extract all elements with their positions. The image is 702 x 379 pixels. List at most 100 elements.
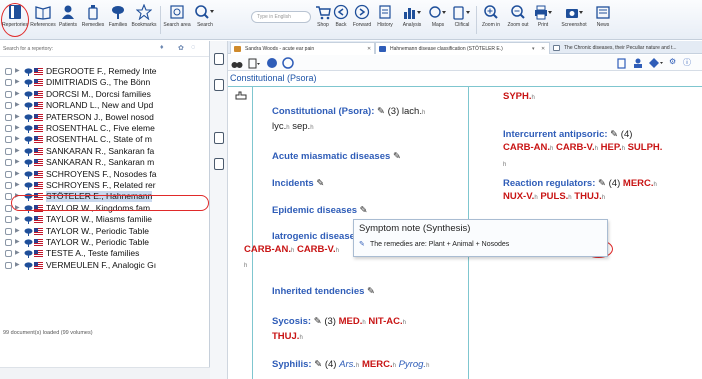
repertory-item[interactable]: ▶ SCHROYENS F., Nosodes fa	[0, 169, 210, 180]
chevron-down-icon[interactable]: ▾	[532, 43, 535, 55]
expand-arrow-icon[interactable]: ▶	[15, 100, 20, 111]
screenshot-button[interactable]: Screenshot	[558, 2, 590, 38]
rubric-inherited-tendencies[interactable]: Inherited tendencies ✎	[272, 286, 375, 298]
repertory-item[interactable]: ▶ ROSENTHAL C., Five eleme	[0, 123, 210, 134]
rubric-reaction-regulators[interactable]: Reaction regulators: ✎ (4) MERC.h	[503, 178, 657, 191]
expand-arrow-icon[interactable]: ▶	[15, 66, 20, 77]
rubric-constitutional-psora[interactable]: Constitutional (Psora): ✎ (3) lach.h	[272, 106, 425, 119]
search-input[interactable]: Type in English	[251, 11, 311, 23]
repertory-item[interactable]: ▶ TAYLOR W., Periodic Table	[0, 237, 210, 248]
maps-button[interactable]: Maps	[426, 2, 450, 38]
rubric-note-icon[interactable]: ✎	[360, 205, 368, 216]
repertory-item[interactable]: ▶ ROSENTHAL C., State of m	[0, 134, 210, 145]
expand-arrow-icon[interactable]: ▶	[15, 169, 20, 180]
repertory-item[interactable]: ▶ TAYLOR W., Miasms familie	[0, 214, 210, 225]
remedy-filter-icon[interactable]	[247, 57, 261, 69]
search-area-button[interactable]: Search area	[163, 2, 191, 38]
repertory-item[interactable]: ▶ DEGROOTE F., Remedy Inte	[0, 66, 210, 77]
clinical-button[interactable]: Clifical	[450, 2, 474, 38]
tab-sandra-woods[interactable]: Sandra Woods - acute ear pain ✕	[230, 42, 375, 54]
expand-arrow-icon[interactable]: ▶	[15, 89, 20, 100]
checkbox[interactable]	[5, 102, 12, 110]
help-icon[interactable]: ◌	[191, 44, 195, 51]
news-button[interactable]: News	[592, 2, 614, 38]
remedies-button[interactable]: Remedies	[80, 2, 106, 38]
expand-arrow-icon[interactable]: ▶	[15, 260, 20, 271]
checkbox[interactable]	[5, 79, 12, 87]
repertory-item[interactable]: ▶ NORLAND L., New and Upd	[0, 100, 210, 111]
pin-filter-icon[interactable]	[266, 57, 278, 69]
expand-arrow-icon[interactable]: ▶	[15, 157, 20, 168]
repertory-search-input[interactable]: Search for a repertory:	[3, 44, 133, 54]
checkbox[interactable]	[5, 261, 12, 269]
shop-button[interactable]: Shop	[312, 2, 334, 38]
checkbox[interactable]	[5, 250, 12, 258]
checkbox[interactable]	[5, 182, 12, 189]
repertory-item[interactable]: ▶ PATERSON J., Bowel nosod	[0, 112, 210, 123]
repertory-item[interactable]: ▶ DIMITRIADIS G., The Bönn	[0, 77, 210, 88]
bookmarks-button[interactable]: Bookmarks	[130, 2, 158, 38]
rubric-sycosis[interactable]: Sycosis: ✎ (3) MED.h NIT-AC.h	[272, 316, 406, 329]
rubric-note-icon[interactable]: ✎	[610, 129, 618, 140]
close-icon[interactable]: ✕	[367, 43, 371, 55]
rubric-incidents[interactable]: Incidents ✎	[272, 178, 324, 190]
expand-arrow-icon[interactable]: ▶	[15, 180, 20, 191]
tab-hahnemann-classification[interactable]: Hahnemann disease classification (STÖTEL…	[375, 42, 550, 54]
document-icon[interactable]	[214, 132, 224, 144]
repertory-item[interactable]: ▶ SANKARAN R., Sankaran m	[0, 157, 210, 168]
rubric-note-icon[interactable]: ✎	[598, 178, 606, 189]
document-icon[interactable]	[214, 79, 224, 91]
rubric-note-icon[interactable]: ✎	[314, 359, 322, 370]
pin-icon[interactable]: ♦	[160, 44, 164, 51]
checkbox[interactable]	[5, 136, 12, 144]
close-icon[interactable]: ✕	[541, 43, 545, 55]
back-button[interactable]: Back	[332, 2, 350, 38]
repertory-item[interactable]: ▶ DORCSI M., Dorcsi families	[0, 89, 210, 100]
references-button[interactable]: References	[30, 2, 56, 38]
print-button[interactable]: Print	[532, 2, 554, 38]
expand-arrow-icon[interactable]: ▶	[15, 77, 20, 88]
copy-icon[interactable]	[616, 57, 628, 69]
rubric-note-icon[interactable]: ✎	[314, 316, 322, 327]
expand-arrow-icon[interactable]: ▶	[15, 146, 20, 157]
rubric-intercurrent-antipsoric[interactable]: Intercurrent antipsoric: ✎ (4)	[503, 129, 632, 141]
tab-chronic-diseases[interactable]: The Chronic diseases, their Peculiar nat…	[550, 42, 700, 54]
families-button[interactable]: Families	[106, 2, 130, 38]
repertory-item[interactable]: ▶ TAYLOR W., Periodic Table	[0, 226, 210, 237]
rubric-syphilis[interactable]: Syphilis: ✎ (4) Ars.h MERC.h Pyrog.h	[272, 359, 429, 372]
history-button[interactable]: History	[374, 2, 396, 38]
forward-button[interactable]: Forward	[350, 2, 374, 38]
people-icon[interactable]	[632, 57, 644, 69]
rubric-note-icon[interactable]: ✎	[393, 151, 401, 162]
document-icon[interactable]	[214, 158, 224, 170]
repertory-item[interactable]: ▶ VERMEULEN F., Analogic Gı	[0, 260, 210, 271]
zoom-in-button[interactable]: Zoom in	[478, 2, 504, 38]
zoom-out-button[interactable]: Zoom out	[504, 2, 532, 38]
rubric-note-icon[interactable]: ✎	[367, 286, 375, 297]
document-icon[interactable]	[214, 53, 224, 65]
checkbox[interactable]	[5, 90, 12, 98]
globe-icon[interactable]	[282, 57, 294, 69]
checkbox[interactable]	[5, 147, 12, 155]
analysis-button[interactable]: Analysis	[398, 2, 426, 38]
checkbox[interactable]	[5, 239, 12, 246]
settings-icon[interactable]: ✿	[178, 44, 184, 52]
expand-arrow-icon[interactable]: ▶	[15, 248, 20, 259]
repertory-item[interactable]: ▶ SANKARAN R., Sankaran fa	[0, 146, 210, 157]
expand-arrow-icon[interactable]: ▶	[15, 237, 20, 248]
checkbox[interactable]	[5, 113, 12, 121]
patients-button[interactable]: Patients	[56, 2, 80, 38]
search-button[interactable]: Search	[191, 2, 219, 38]
rubric-note-icon[interactable]: ✎	[316, 178, 324, 189]
checkbox[interactable]	[5, 125, 12, 132]
rubric-epidemic-diseases[interactable]: Epidemic diseases ✎	[272, 205, 368, 217]
binoculars-icon[interactable]	[231, 57, 243, 69]
rubric-note-icon[interactable]: ✎	[377, 106, 385, 117]
highlight-dropdown-icon[interactable]	[648, 57, 664, 69]
expand-arrow-icon[interactable]: ▶	[15, 123, 20, 134]
checkbox[interactable]	[5, 170, 12, 178]
info-icon[interactable]: ⓘ	[683, 57, 691, 68]
checkbox[interactable]	[5, 216, 12, 224]
repertory-item[interactable]: ▶ TESTE A., Teste families	[0, 248, 210, 259]
expand-arrow-icon[interactable]: ▶	[15, 112, 20, 123]
